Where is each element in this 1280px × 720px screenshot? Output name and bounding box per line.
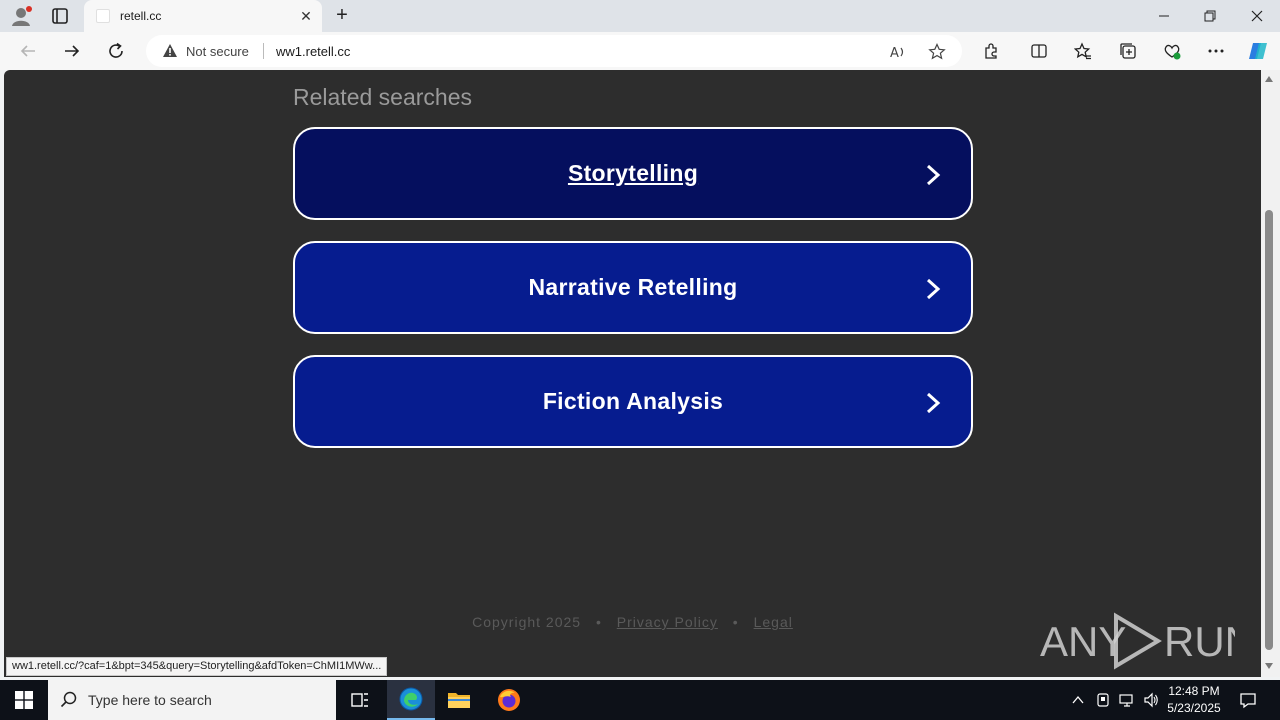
windows-taskbar: Type here to search 12:48 PM 5/23/2025 — [0, 680, 1280, 720]
result-button-fiction-analysis[interactable]: Fiction Analysis — [293, 355, 973, 448]
network-icon[interactable] — [1116, 680, 1138, 720]
device-icon[interactable] — [1092, 680, 1114, 720]
svg-text:A: A — [890, 46, 899, 61]
warning-icon[interactable] — [162, 43, 178, 59]
result-label: Narrative Retelling — [528, 274, 738, 300]
security-label[interactable]: Not secure — [186, 44, 249, 59]
page-viewport: Related searches Storytelling Narrative … — [4, 70, 1261, 677]
edge-taskbar-icon[interactable] — [387, 680, 435, 720]
svg-text:RUN: RUN — [1164, 618, 1235, 665]
address-bar[interactable]: Not secure ww1.retell.cc A — [146, 35, 962, 67]
status-bar-url: ww1.retell.cc/?caf=1&bpt=345&query=Story… — [6, 657, 388, 676]
firefox-icon[interactable] — [485, 680, 533, 720]
minimize-icon[interactable] — [1141, 0, 1187, 32]
refresh-icon[interactable] — [104, 39, 128, 63]
legal-link[interactable]: Legal — [754, 614, 793, 630]
show-hidden-icons-icon[interactable] — [1068, 680, 1088, 720]
close-tab-icon[interactable]: ✕ — [298, 8, 314, 24]
task-view-icon[interactable] — [336, 680, 384, 720]
result-label: Storytelling — [567, 160, 699, 186]
back-icon[interactable] — [16, 39, 40, 63]
scroll-thumb[interactable] — [1265, 210, 1273, 650]
performance-icon[interactable] — [1162, 41, 1182, 61]
footer-separator: • — [732, 614, 739, 630]
browser-toolbar: Not secure ww1.retell.cc A — [0, 32, 1280, 70]
close-window-icon[interactable] — [1234, 0, 1280, 32]
new-tab-icon[interactable]: + — [332, 5, 352, 26]
chevron-right-icon — [926, 392, 941, 414]
favorite-star-icon[interactable] — [928, 43, 946, 61]
split-screen-icon[interactable] — [1029, 41, 1049, 61]
read-aloud-icon[interactable]: A — [889, 43, 907, 61]
favorites-icon[interactable] — [1073, 41, 1093, 61]
copyright-text: Copyright 2025 — [472, 614, 582, 630]
scroll-up-arrow-icon[interactable] — [1265, 76, 1273, 82]
search-placeholder: Type here to search — [88, 692, 212, 708]
footer-separator: • — [595, 614, 602, 630]
privacy-policy-link[interactable]: Privacy Policy — [617, 614, 718, 630]
profile-icon[interactable] — [10, 5, 32, 27]
copilot-icon[interactable] — [1246, 39, 1270, 63]
svg-text:ANY: ANY — [1040, 618, 1126, 665]
scroll-down-arrow-icon[interactable] — [1265, 663, 1273, 669]
tab-actions-icon[interactable] — [50, 6, 70, 26]
anyrun-watermark-logo: ANY RUN — [1040, 612, 1235, 670]
windows-start-icon[interactable] — [0, 680, 48, 720]
chevron-right-icon — [926, 278, 941, 300]
taskbar-clock[interactable]: 12:48 PM 5/23/2025 — [1156, 683, 1232, 717]
collections-icon[interactable] — [1118, 41, 1138, 61]
site-favicon-icon — [96, 9, 110, 23]
result-button-narrative-retelling[interactable]: Narrative Retelling — [293, 241, 973, 334]
address-separator — [263, 43, 264, 59]
page-scrollbar[interactable] — [1261, 70, 1280, 677]
taskbar-search-input[interactable]: Type here to search — [48, 680, 336, 720]
file-explorer-icon[interactable] — [435, 680, 483, 720]
forward-icon[interactable] — [60, 39, 84, 63]
tab-title: retell.cc — [120, 9, 162, 23]
more-menu-icon[interactable] — [1206, 41, 1226, 61]
result-button-storytelling[interactable]: Storytelling — [293, 127, 973, 220]
clock-time: 12:48 PM — [1168, 684, 1220, 698]
result-label: Fiction Analysis — [542, 388, 724, 414]
notifications-icon[interactable] — [1236, 680, 1260, 720]
chevron-right-icon — [926, 164, 941, 186]
restore-icon[interactable] — [1187, 0, 1233, 32]
search-icon — [60, 691, 77, 708]
url-text[interactable]: ww1.retell.cc — [276, 44, 350, 59]
clock-date: 5/23/2025 — [1167, 701, 1221, 715]
tab-strip: retell.cc ✕ + — [0, 0, 1280, 32]
related-searches-heading: Related searches — [293, 84, 472, 110]
extensions-icon[interactable] — [981, 41, 1001, 61]
active-tab[interactable]: retell.cc ✕ — [84, 0, 322, 32]
